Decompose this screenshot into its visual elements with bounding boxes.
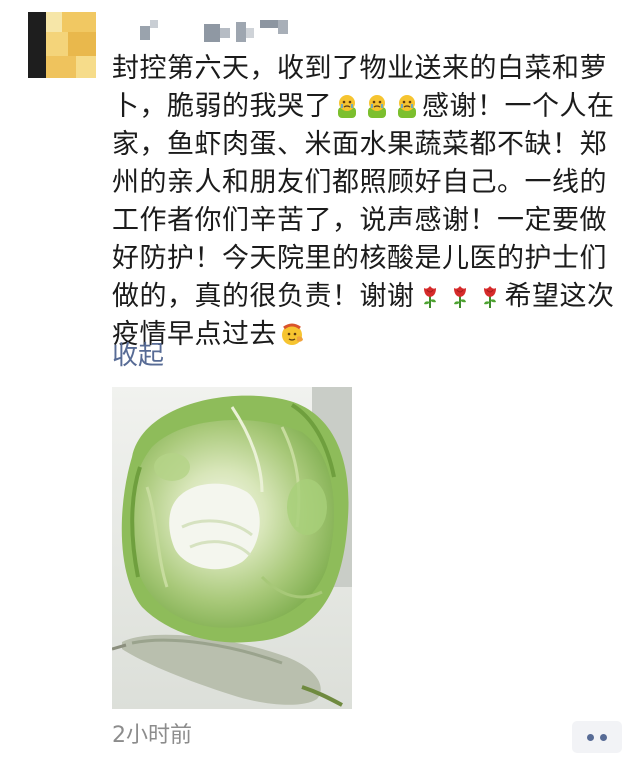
post-text-line: 工作者你们辛苦了，说声感谢！一定要做: [112, 202, 612, 240]
post-text-segment: 卜，脆弱的我哭了: [112, 91, 332, 122]
post-text-segment: 州的亲人和朋友们都照顾好自己。一线的: [112, 167, 607, 198]
cabbage-radish-photo: [112, 387, 352, 709]
post-text-line: 封控第六天，收到了物业送来的白菜和萝: [112, 50, 612, 88]
post-text-segment: 好防护！今天院里的核酸是儿医的护士们: [112, 243, 607, 274]
collapse-link[interactable]: 收起: [112, 338, 164, 374]
post-text-segment: 家，鱼虾肉蛋、米面水果蔬菜都不缺！郑: [112, 129, 607, 160]
post-text-segment: 工作者你们辛苦了，说声感谢！一定要做: [112, 205, 607, 236]
post-text-line: 做的，真的很负责！谢谢 希望这次: [112, 278, 615, 316]
crying-face-emoji-icon: [334, 92, 360, 118]
timestamp: 2小时前: [112, 723, 192, 748]
salute-face-emoji-icon: [279, 320, 305, 346]
crying-face-emoji-icon: [394, 92, 420, 118]
rose-emoji-icon: [477, 282, 503, 308]
more-button[interactable]: [572, 721, 622, 753]
post-text-line: 州的亲人和朋友们都照顾好自己。一线的: [112, 164, 612, 202]
post-text-segment: 希望这次: [504, 281, 615, 312]
post-text-line: 好防护！今天院里的核酸是儿医的护士们: [112, 240, 612, 278]
rose-emoji-icon: [447, 282, 473, 308]
rose-emoji-icon: [417, 282, 443, 308]
post-text-line: 家，鱼虾肉蛋、米面水果蔬菜都不缺！郑: [112, 126, 612, 164]
post-image[interactable]: [112, 387, 352, 709]
crying-face-emoji-icon: [364, 92, 390, 118]
post-text-line: 卜，脆弱的我哭了 感谢！一个人在: [112, 88, 615, 126]
post-text-line: 疫情早点过去: [112, 316, 612, 354]
author-name[interactable]: [112, 14, 312, 44]
avatar[interactable]: [28, 12, 96, 78]
post-text-segment: 做的，真的很负责！谢谢: [112, 281, 415, 312]
post-text: 封控第六天，收到了物业送来的白菜和萝 卜，脆弱的我哭了 感谢！一个人在家，鱼虾肉蛋、…: [112, 50, 615, 354]
post-text-segment: 感谢！一个人在: [422, 91, 615, 122]
post-text-segment: 封控第六天，收到了物业送来的白菜和萝: [112, 53, 607, 84]
